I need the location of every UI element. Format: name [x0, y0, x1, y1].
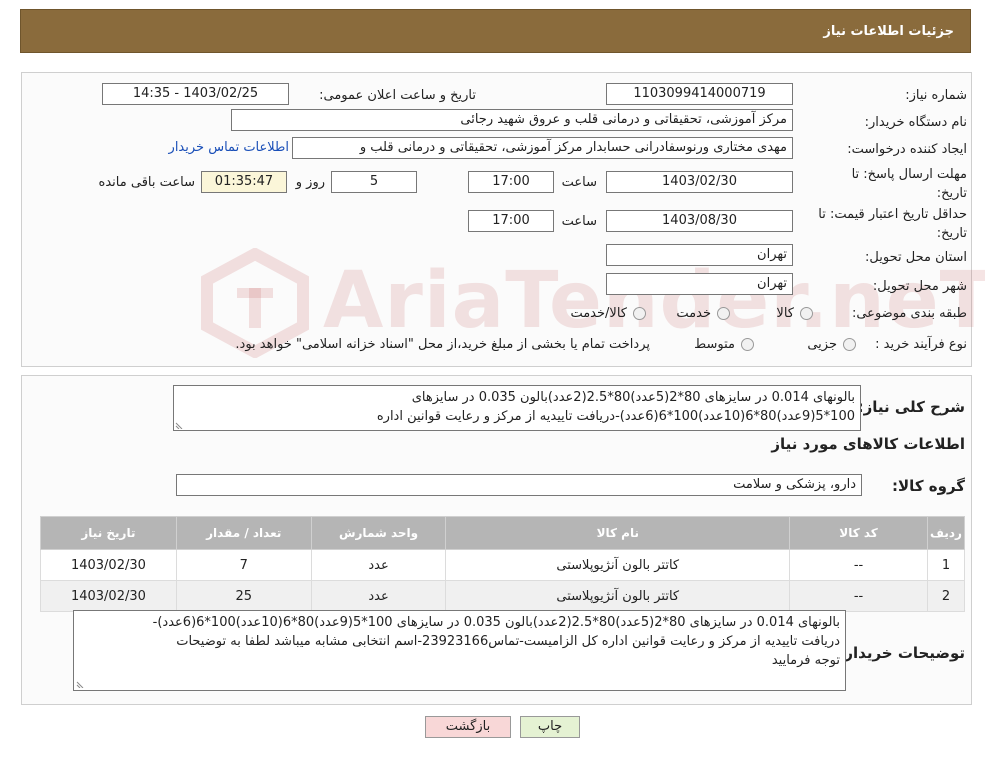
- resize-grip-icon[interactable]: [76, 678, 86, 688]
- announce-label: تاریخ و ساعت اعلان عمومی:: [319, 88, 476, 103]
- summary-field: بالونهای 0.014 در سایزهای 80*2(5عدد)80*2…: [173, 385, 861, 431]
- col-header-quantity: تعداد / مقدار: [175, 516, 312, 550]
- process-radio-minor-label: جزیی: [807, 337, 837, 352]
- print-button[interactable]: چاپ: [520, 716, 580, 738]
- deadline-label-line1: مهلت ارسال پاسخ: تا: [851, 167, 967, 182]
- announce-field: 1403/02/25 - 14:35: [102, 83, 289, 105]
- cell-unit: عدد: [310, 549, 447, 581]
- col-header-item-name: نام کالا: [445, 516, 791, 550]
- category-radio-goods-circle[interactable]: [800, 307, 813, 320]
- process-radio-minor-circle[interactable]: [843, 338, 856, 351]
- need-number-label: شماره نیاز:: [905, 88, 967, 103]
- city-field: تهران: [606, 273, 793, 295]
- summary-line1: بالونهای 0.014 در سایزهای 80*2(5عدد)80*2…: [411, 390, 855, 405]
- need-number-field: 1103099414000719: [606, 83, 793, 105]
- category-radio-service-circle[interactable]: [717, 307, 730, 320]
- items-table-header-row: ردیف کد کالا نام کالا واحد شمارش تعداد /…: [40, 516, 966, 550]
- summary-label: شرح کلی نیاز:: [857, 398, 965, 416]
- table-row: 1 -- کاتتر بالون آنژیوپلاستی عدد 7 1403/…: [40, 549, 966, 581]
- remaining-time-field: 01:35:47: [201, 171, 287, 193]
- category-radio-both-circle[interactable]: [633, 307, 646, 320]
- table-row: 2 -- کاتتر بالون آنژیوپلاستی عدد 25 1403…: [40, 580, 966, 612]
- cell-quantity: 25: [175, 580, 312, 612]
- col-header-need-date: تاریخ نیاز: [40, 516, 177, 550]
- cell-unit: عدد: [310, 580, 447, 612]
- validity-label-line2: تاریخ:: [936, 226, 967, 241]
- cell-need-date: 1403/02/30: [40, 549, 177, 581]
- process-note: پرداخت تمام یا بخشی از مبلغ خرید،از محل …: [235, 337, 650, 352]
- process-radio-medium-label: متوسط: [694, 337, 735, 352]
- cell-need-date: 1403/02/30: [40, 580, 177, 612]
- days-field: 5: [331, 171, 417, 193]
- goods-group-label: گروه کالا:: [892, 477, 965, 495]
- buyer-notes-line1: بالونهای 0.014 در سایزهای 80*2(5عدد)80*2…: [152, 615, 840, 630]
- resize-grip-icon[interactable]: [175, 419, 185, 429]
- buyer-notes-line3: توجه فرمایید: [771, 653, 840, 668]
- validity-date-field: 1403/08/30: [606, 210, 793, 232]
- cell-row-number: 2: [926, 580, 966, 612]
- buyer-org-field: مرکز آموزشی، تحقیقاتی و درمانی قلب و عرو…: [231, 109, 793, 131]
- validity-time-field: 17:00: [468, 210, 554, 232]
- deadline-time-label: ساعت: [561, 175, 597, 190]
- deadline-time-field: 17:00: [468, 171, 554, 193]
- cell-item-code: --: [789, 580, 928, 612]
- col-header-unit: واحد شمارش: [310, 516, 447, 550]
- creator-field: مهدی مختاری ورنوسفادرانی حسابدار مرکز آم…: [292, 137, 793, 159]
- category-radio-goods-label: کالا: [776, 306, 794, 321]
- buyer-notes-field: بالونهای 0.014 در سایزهای 80*2(5عدد)80*2…: [73, 610, 846, 691]
- city-label: شهر محل تحویل:: [872, 279, 967, 294]
- col-header-row-number: ردیف: [926, 516, 966, 550]
- deadline-date-field: 1403/02/30: [606, 171, 793, 193]
- goods-group-field: دارو، پزشکی و سلامت: [176, 474, 862, 496]
- deadline-label: مهلت ارسال پاسخ: تا تاریخ:: [852, 165, 967, 203]
- buyer-notes-label: توضیحات خریدار:: [838, 644, 965, 662]
- category-label: طبقه بندی موضوعی:: [851, 306, 967, 321]
- cell-item-code: --: [789, 549, 928, 581]
- buyer-notes-line2: دریافت تاییدیه از مرکز و رعایت قوانین اد…: [176, 634, 840, 649]
- validity-label-line1: حداقل تاریخ اعتبار قیمت: تا: [818, 207, 967, 222]
- category-radio-both-label: کالا/خدمت: [570, 306, 627, 321]
- process-radio-medium-circle[interactable]: [741, 338, 754, 351]
- validity-time-label: ساعت: [561, 214, 597, 229]
- province-label: استان محل تحویل:: [865, 250, 967, 265]
- cell-row-number: 1: [926, 549, 966, 581]
- remaining-label: ساعت باقی مانده: [98, 175, 195, 190]
- col-header-item-code: کد کالا: [789, 516, 928, 550]
- province-field: تهران: [606, 244, 793, 266]
- back-button[interactable]: بازگشت: [425, 716, 511, 738]
- validity-label: حداقل تاریخ اعتبار قیمت: تا تاریخ:: [818, 205, 967, 243]
- cell-item-name: کاتتر بالون آنژیوپلاستی: [445, 549, 791, 581]
- creator-label: ایجاد کننده درخواست:: [847, 142, 967, 157]
- goods-section-title: اطلاعات کالاهای مورد نیاز: [771, 435, 965, 453]
- page-header: جزئیات اطلاعات نیاز: [20, 9, 971, 53]
- category-radio-service-label: خدمت: [676, 306, 711, 321]
- watermark-text: AriaTender.neT: [323, 256, 985, 346]
- buyer-contact-link[interactable]: اطلاعات تماس خریدار: [169, 140, 289, 155]
- items-table: ردیف کد کالا نام کالا واحد شمارش تعداد /…: [40, 516, 966, 612]
- page-title: جزئیات اطلاعات نیاز: [823, 24, 954, 39]
- deadline-label-line2: تاریخ:: [936, 186, 967, 201]
- cell-item-name: کاتتر بالون آنژیوپلاستی: [445, 580, 791, 612]
- process-label: نوع فرآیند خرید :: [875, 337, 967, 352]
- summary-line2: 100*5(9عدد)80*6(10عدد)100*6(6عدد)-دریافت…: [376, 409, 855, 424]
- buyer-org-label: نام دستگاه خریدار:: [864, 115, 967, 130]
- cell-quantity: 7: [175, 549, 312, 581]
- days-label: روز و: [295, 175, 325, 190]
